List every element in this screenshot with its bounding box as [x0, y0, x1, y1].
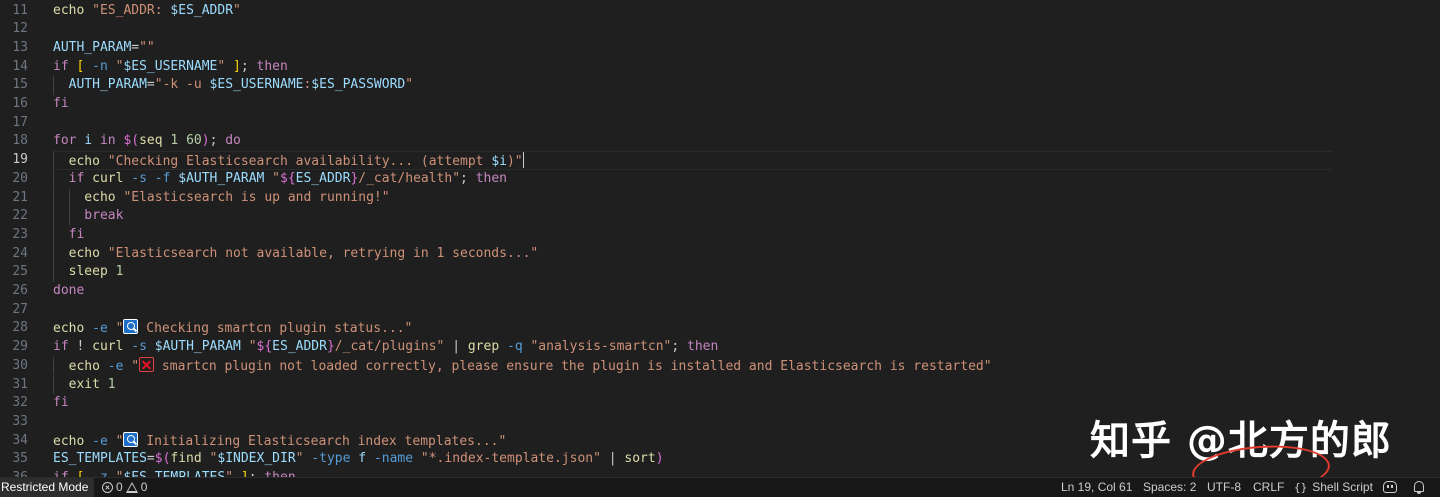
problems-indicator[interactable]: 0 0 — [102, 478, 147, 497]
code-line[interactable]: 14 if [ -n "$ES_USERNAME" ]; then — [0, 58, 1440, 77]
code-line[interactable]: 13 AUTH_PARAM="" — [0, 39, 1440, 58]
code-text: AUTH_PARAM="" — [53, 39, 155, 55]
line-number: 36 — [0, 469, 28, 477]
language-label: Shell Script — [1312, 480, 1373, 494]
code-editor[interactable]: 11 echo "ES_ADDR: $ES_ADDR" 12 13 AUTH_PARAM… — [0, 0, 1440, 477]
code-line[interactable]: 16 fi — [0, 95, 1440, 114]
code-text: fi — [53, 96, 69, 111]
line-number: 17 — [12, 114, 28, 130]
line-number: 26 — [12, 283, 28, 298]
code-line[interactable]: 25 sleep 1 — [0, 263, 1440, 282]
code-line[interactable]: 15 AUTH_PARAM="-k -u $ES_USERNAME:$ES_PA… — [0, 76, 1440, 95]
line-number: 14 — [12, 58, 28, 74]
line-number: 11 — [12, 2, 28, 18]
line-number: 13 — [12, 39, 28, 55]
search-emoji-icon — [123, 319, 139, 335]
code-line[interactable]: 19 echo "Checking Elasticsearch availabi… — [0, 151, 1440, 171]
line-number: 20 — [12, 170, 28, 186]
code-line[interactable]: 20 if curl -s -f $AUTH_PARAM "${ES_ADDR}… — [0, 169, 1440, 189]
line-number: 33 — [12, 413, 28, 429]
code-line[interactable]: 17 — [0, 114, 1440, 133]
text-cursor — [522, 152, 524, 169]
line-number: 28 — [12, 320, 28, 336]
code-text: if ! curl -s $AUTH_PARAM "${ES_ADDR}/_ca… — [53, 339, 719, 355]
indentation-selector[interactable]: Spaces: 2 — [1143, 478, 1196, 497]
language-mode-selector[interactable]: {} Shell Script — [1294, 478, 1373, 497]
code-line[interactable]: 31 exit 1 — [0, 375, 1440, 395]
error-icon — [102, 482, 113, 493]
status-bar: Restricted Mode 0 0 Ln 19, Col 61 Spaces… — [0, 477, 1440, 497]
line-number: 25 — [12, 264, 28, 280]
restricted-mode-indicator[interactable]: Restricted Mode — [0, 478, 94, 497]
line-number: 27 — [12, 301, 28, 317]
line-number: 15 — [12, 77, 28, 93]
line-number: 21 — [12, 189, 28, 205]
line-number: 18 — [12, 133, 28, 149]
copilot-icon[interactable] — [1383, 481, 1397, 493]
code-line[interactable]: 30 echo -e " smartcn plugin not loaded c… — [0, 356, 1440, 376]
cross-mark-emoji-icon — [139, 356, 155, 372]
code-text: echo -e " Initializing Elasticsearch ind… — [53, 431, 507, 449]
code-line[interactable]: 26 done — [0, 282, 1440, 301]
encoding-selector[interactable]: UTF-8 — [1207, 478, 1241, 497]
code-text: break — [53, 208, 124, 224]
code-text: echo "ES_ADDR: $ES_ADDR" — [53, 2, 241, 18]
code-text: echo -e " smartcn plugin not loaded corr… — [53, 356, 992, 374]
line-number: 32 — [12, 395, 28, 411]
code-line[interactable]: 12 — [0, 20, 1440, 39]
code-text: done — [53, 283, 85, 298]
code-text: if [ -z "$ES_TEMPLATES" ]; then — [53, 469, 296, 477]
cursor-position[interactable]: Ln 19, Col 61 — [1061, 478, 1132, 497]
code-text: AUTH_PARAM="-k -u $ES_USERNAME:$ES_PASSW… — [53, 77, 414, 93]
line-number: 23 — [12, 226, 28, 242]
code-text: fi — [53, 395, 69, 411]
code-line[interactable]: 21 echo "Elasticsearch is up and running… — [0, 188, 1440, 208]
code-line[interactable]: 22 break — [0, 207, 1440, 226]
line-number: 34 — [12, 432, 28, 448]
code-text: exit 1 — [53, 376, 116, 392]
line-number: 31 — [12, 376, 28, 392]
line-number: 12 — [12, 21, 28, 37]
line-number: 24 — [12, 245, 28, 261]
code-text: for i in $(seq 1 60); do — [53, 133, 241, 149]
code-line[interactable]: 18 for i in $(seq 1 60); do — [0, 132, 1440, 151]
warning-icon — [125, 482, 138, 493]
code-text: echo "Elasticsearch not available, retry… — [53, 245, 539, 261]
code-text: fi — [53, 226, 85, 242]
warning-count: 0 — [140, 480, 148, 494]
code-line[interactable]: 29 if ! curl -s $AUTH_PARAM "${ES_ADDR}/_… — [0, 338, 1440, 357]
code-line[interactable]: 11 echo "ES_ADDR: $ES_ADDR" — [0, 2, 1440, 21]
line-number: 30 — [12, 357, 28, 373]
bell-icon[interactable] — [1414, 481, 1424, 494]
code-text: ES_TEMPLATES=$(find "$INDEX_DIR" -type f… — [53, 451, 664, 467]
error-count: 0 — [116, 480, 123, 494]
eol-selector[interactable]: CRLF — [1253, 478, 1284, 497]
code-line[interactable]: 24 echo "Elasticsearch not available, re… — [0, 244, 1440, 264]
code-line[interactable]: 23 fi — [0, 225, 1440, 245]
line-number: 22 — [12, 208, 28, 224]
line-number: 19 — [12, 152, 28, 168]
code-line[interactable]: 28 echo -e " Checking smartcn plugin stat… — [0, 319, 1440, 338]
search-emoji-icon — [123, 431, 139, 447]
line-number: 29 — [12, 339, 28, 355]
braces-icon: {} — [1294, 481, 1308, 494]
line-number: 16 — [12, 96, 28, 111]
code-text: sleep 1 — [53, 264, 124, 280]
code-line[interactable]: 27 — [0, 301, 1440, 320]
code-text: if [ -n "$ES_USERNAME" ]; then — [53, 58, 288, 74]
code-text: if curl -s -f $AUTH_PARAM "${ES_ADDR}/_c… — [53, 170, 507, 186]
line-number: 35 — [12, 451, 28, 467]
code-text: echo "Elasticsearch is up and running!" — [53, 189, 390, 205]
code-text: echo -e " Checking smartcn plugin status… — [53, 319, 413, 337]
